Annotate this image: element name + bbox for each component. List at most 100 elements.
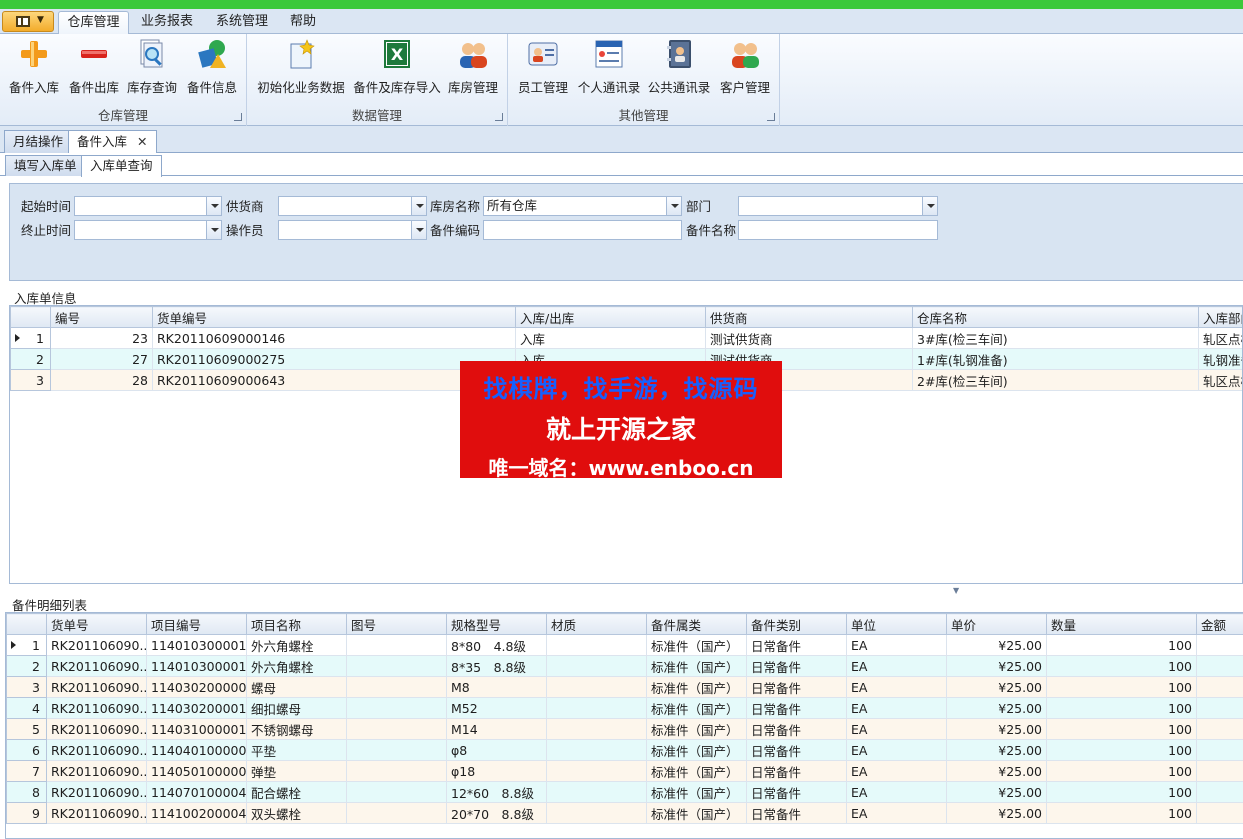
item-name-cell[interactable]: 螺母 (246, 676, 347, 698)
personal-contacts-button[interactable]: 个人通讯录 (574, 36, 644, 96)
amount-cell[interactable] (1196, 634, 1243, 656)
item-name-cell[interactable]: 配合螺栓 (246, 781, 347, 803)
part-name-input[interactable] (738, 220, 938, 240)
spare-info-button[interactable]: 备件信息 (182, 36, 242, 96)
staff-button[interactable]: 员工管理 (512, 36, 574, 96)
attr-cell[interactable]: 标准件（国产） (646, 802, 747, 824)
app-menu-button[interactable]: ▼ (2, 11, 54, 32)
category-cell[interactable]: 日常备件 (746, 634, 847, 656)
column-header[interactable]: 入库/出库 (515, 306, 706, 328)
category-cell[interactable]: 日常备件 (746, 739, 847, 761)
price-cell[interactable]: ¥25.00 (946, 739, 1047, 761)
category-cell[interactable]: 日常备件 (746, 802, 847, 824)
splitter-handle[interactable]: ▼ (0, 586, 1243, 595)
material-cell[interactable] (546, 802, 647, 824)
material-cell[interactable] (546, 634, 647, 656)
import-button[interactable]: X 备件及库存导入 (351, 36, 443, 96)
order-id-cell[interactable]: 23 (50, 327, 153, 349)
unit-cell[interactable]: EA (846, 655, 947, 677)
material-cell[interactable] (546, 676, 647, 698)
item-name-cell[interactable]: 不锈钢螺母 (246, 718, 347, 740)
order-warehouse-cell[interactable]: 3#库(检三车间) (912, 327, 1199, 349)
order-id-cell[interactable]: 27 (50, 348, 153, 370)
qty-cell[interactable]: 100 (1046, 739, 1197, 761)
drawing-cell[interactable] (346, 697, 447, 719)
column-header[interactable]: 编号 (50, 306, 153, 328)
table-row[interactable]: 9 RK201106090... 1141002000047 双头螺栓 20*70 8.… (6, 802, 1243, 824)
attr-cell[interactable]: 标准件（国产） (646, 739, 747, 761)
unit-cell[interactable]: EA (846, 718, 947, 740)
doc-tab-spare-in[interactable]: 备件入库 ✕ (68, 130, 157, 154)
item-name-cell[interactable]: 双头螺栓 (246, 802, 347, 824)
amount-cell[interactable] (1196, 781, 1243, 803)
column-header[interactable]: 供货商 (705, 306, 913, 328)
drawing-cell[interactable] (346, 781, 447, 803)
item-code-cell[interactable]: 1140103000011 (146, 655, 247, 677)
category-cell[interactable]: 日常备件 (746, 760, 847, 782)
category-cell[interactable]: 日常备件 (746, 718, 847, 740)
price-cell[interactable]: ¥25.00 (946, 802, 1047, 824)
item-name-cell[interactable]: 细扣螺母 (246, 697, 347, 719)
category-cell[interactable]: 日常备件 (746, 676, 847, 698)
unit-cell[interactable]: EA (846, 739, 947, 761)
drawing-cell[interactable] (346, 760, 447, 782)
tab-system[interactable]: 系统管理 (206, 11, 278, 35)
category-cell[interactable]: 日常备件 (746, 781, 847, 803)
drawing-cell[interactable] (346, 676, 447, 698)
order-id-cell[interactable]: 28 (50, 369, 153, 391)
order-no-cell[interactable]: RK201106090... (46, 802, 147, 824)
item-code-cell[interactable]: 1140310000010 (146, 718, 247, 740)
attr-cell[interactable]: 标准件（国产） (646, 676, 747, 698)
amount-cell[interactable] (1196, 697, 1243, 719)
spec-cell[interactable]: φ8 (446, 739, 547, 761)
order-supplier-cell[interactable]: 测试供货商 (705, 327, 913, 349)
column-header[interactable]: 项目编号 (146, 613, 247, 635)
column-header[interactable]: 数量 (1046, 613, 1197, 635)
row-indicator[interactable]: 1 (6, 634, 47, 656)
column-header[interactable]: 仓库名称 (912, 306, 1199, 328)
column-header[interactable]: 货单号 (46, 613, 147, 635)
spec-cell[interactable]: M14 (446, 718, 547, 740)
order-no-cell[interactable]: RK201106090... (46, 655, 147, 677)
drawing-cell[interactable] (346, 634, 447, 656)
item-code-cell[interactable]: 1140401000006 (146, 739, 247, 761)
row-indicator[interactable]: 3 (6, 676, 47, 698)
column-header[interactable]: 备件类别 (746, 613, 847, 635)
order-no-cell[interactable]: RK201106090... (46, 634, 147, 656)
part-code-input[interactable] (483, 220, 682, 240)
qty-cell[interactable]: 100 (1046, 634, 1197, 656)
column-header[interactable]: 项目名称 (246, 613, 347, 635)
price-cell[interactable]: ¥25.00 (946, 634, 1047, 656)
price-cell[interactable]: ¥25.00 (946, 760, 1047, 782)
row-indicator[interactable]: 7 (6, 760, 47, 782)
storeroom-button[interactable]: 库房管理 (443, 36, 503, 96)
init-data-button[interactable]: 初始化业务数据 (253, 36, 349, 96)
column-header[interactable]: 材质 (546, 613, 647, 635)
drawing-cell[interactable] (346, 655, 447, 677)
column-header[interactable]: 规格型号 (446, 613, 547, 635)
order-type-cell[interactable]: 入库 (515, 327, 706, 349)
column-header[interactable]: 单价 (946, 613, 1047, 635)
dialog-launcher-icon[interactable] (234, 113, 242, 121)
amount-cell[interactable] (1196, 760, 1243, 782)
tab-warehouse[interactable]: 仓库管理 (58, 11, 129, 35)
amount-cell[interactable] (1196, 802, 1243, 824)
unit-cell[interactable]: EA (846, 676, 947, 698)
order-dept-cell[interactable]: 轧钢准备 (1198, 348, 1242, 370)
start-time-picker[interactable] (74, 196, 222, 216)
row-indicator[interactable]: 6 (6, 739, 47, 761)
amount-cell[interactable] (1196, 718, 1243, 740)
spec-cell[interactable]: 12*60 8.8级 (446, 781, 547, 803)
price-cell[interactable]: ¥25.00 (946, 718, 1047, 740)
price-cell[interactable]: ¥25.00 (946, 655, 1047, 677)
attr-cell[interactable]: 标准件（国产） (646, 781, 747, 803)
spec-cell[interactable]: 8*35 8.8级 (446, 655, 547, 677)
item-code-cell[interactable]: 1140302000002 (146, 676, 247, 698)
order-no-cell[interactable]: RK201106090... (46, 781, 147, 803)
attr-cell[interactable]: 标准件（国产） (646, 760, 747, 782)
unit-cell[interactable]: EA (846, 634, 947, 656)
item-code-cell[interactable]: 1140302000015 (146, 697, 247, 719)
material-cell[interactable] (546, 697, 647, 719)
drawing-cell[interactable] (346, 718, 447, 740)
column-header[interactable]: 货单编号 (152, 306, 516, 328)
